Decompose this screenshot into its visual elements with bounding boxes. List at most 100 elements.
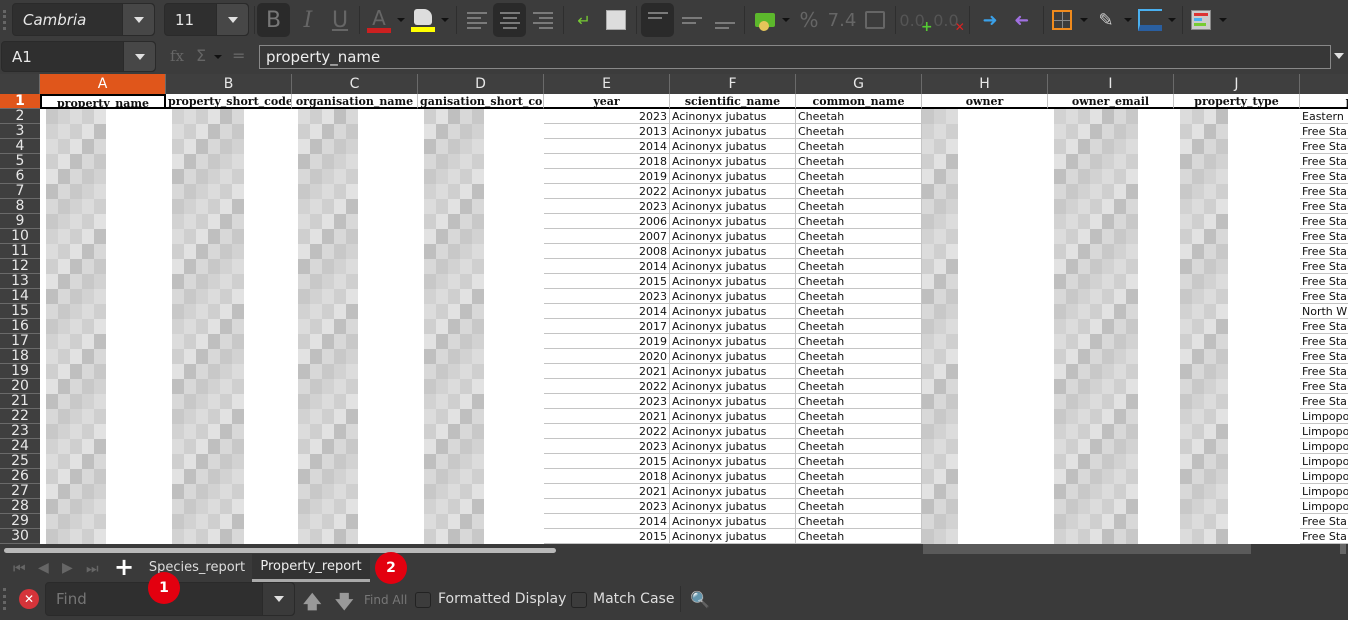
cell-common[interactable]: Cheetah <box>796 274 922 289</box>
cell-prov[interactable]: Free Sta <box>1300 184 1348 199</box>
border-style-dropdown[interactable] <box>1123 3 1133 37</box>
cell-prov[interactable]: Free Sta <box>1300 394 1348 409</box>
match-case-checkbox[interactable] <box>571 592 587 608</box>
cell-year[interactable]: 2023 <box>544 439 670 454</box>
cell-sci[interactable]: Acinonyx jubatus <box>670 454 796 469</box>
row-header[interactable]: 8 <box>0 199 40 214</box>
row-header[interactable]: 22 <box>0 409 40 424</box>
column-header-b[interactable]: B <box>166 74 292 94</box>
cell-sci[interactable]: Acinonyx jubatus <box>670 214 796 229</box>
header-cell-province[interactable]: p <box>1300 94 1348 109</box>
cell-prov[interactable]: Free Sta <box>1300 154 1348 169</box>
cell-sci[interactable]: Acinonyx jubatus <box>670 304 796 319</box>
cell-sci[interactable]: Acinonyx jubatus <box>670 289 796 304</box>
cell-common[interactable]: Cheetah <box>796 514 922 529</box>
column-header-i[interactable]: I <box>1048 74 1174 94</box>
cell-prov[interactable]: Free Sta <box>1300 244 1348 259</box>
column-header-k[interactable] <box>1300 74 1348 94</box>
row-header-1[interactable]: 1 <box>0 94 40 109</box>
cell-year[interactable]: 2022 <box>544 379 670 394</box>
findbar-grip[interactable] <box>3 588 6 610</box>
cell-common[interactable]: Cheetah <box>796 424 922 439</box>
name-box-value[interactable]: A1 <box>2 48 123 66</box>
column-header-a[interactable]: A <box>40 74 166 94</box>
cell-prov[interactable]: Free Sta <box>1300 364 1348 379</box>
cell-sci[interactable]: Acinonyx jubatus <box>670 319 796 334</box>
font-size-dropdown[interactable] <box>216 4 248 35</box>
cell-year[interactable]: 2019 <box>544 334 670 349</box>
column-header-d[interactable]: D <box>418 74 544 94</box>
cell-common[interactable]: Cheetah <box>796 379 922 394</box>
font-color-dropdown[interactable] <box>396 3 406 37</box>
row-header[interactable]: 13 <box>0 274 40 289</box>
cell-prov[interactable]: Limpopo <box>1300 484 1348 499</box>
cell-sci[interactable]: Acinonyx jubatus <box>670 244 796 259</box>
cell-year[interactable]: 2021 <box>544 364 670 379</box>
row-header[interactable]: 17 <box>0 334 40 349</box>
cell-common[interactable]: Cheetah <box>796 229 922 244</box>
formatted-display-checkbox[interactable] <box>415 592 431 608</box>
cell-sci[interactable]: Acinonyx jubatus <box>670 184 796 199</box>
cell-year[interactable]: 2022 <box>544 184 670 199</box>
align-left-button[interactable] <box>462 3 492 37</box>
cell-prov[interactable]: Free Sta <box>1300 199 1348 214</box>
cell-sci[interactable]: Acinonyx jubatus <box>670 169 796 184</box>
borders-button[interactable] <box>1049 3 1075 37</box>
toolbar-grip[interactable] <box>3 10 6 30</box>
date-format-button[interactable] <box>862 3 888 37</box>
align-middle-button[interactable] <box>677 3 707 37</box>
name-box-dropdown[interactable] <box>123 42 155 71</box>
row-header[interactable]: 11 <box>0 244 40 259</box>
formula-equals-icon[interactable]: = <box>232 46 245 65</box>
cell-common[interactable]: Cheetah <box>796 334 922 349</box>
cell-year[interactable]: 2013 <box>544 124 670 139</box>
cell-common[interactable]: Cheetah <box>796 169 922 184</box>
cell-year[interactable]: 2023 <box>544 199 670 214</box>
header-cell-year[interactable]: year <box>544 94 670 109</box>
font-name-combo[interactable]: Cambria <box>12 3 155 36</box>
add-decimal-button[interactable]: 0.0 + <box>899 3 932 37</box>
row-header[interactable]: 21 <box>0 394 40 409</box>
cell-year[interactable]: 2023 <box>544 289 670 304</box>
prev-sheet-icon[interactable]: ◀ <box>38 560 49 576</box>
cell-common[interactable]: Cheetah <box>796 349 922 364</box>
highlight-color-button[interactable] <box>409 3 437 37</box>
cell-prov[interactable]: North W <box>1300 304 1348 319</box>
conditional-format-button[interactable] <box>1189 3 1213 37</box>
font-size-combo[interactable]: 11 <box>164 3 249 36</box>
cell-prov[interactable]: Free Sta <box>1300 349 1348 364</box>
cell-common[interactable]: Cheetah <box>796 214 922 229</box>
cell-common[interactable]: Cheetah <box>796 454 922 469</box>
row-header[interactable]: 15 <box>0 304 40 319</box>
row-header[interactable]: 5 <box>0 154 40 169</box>
row-header[interactable]: 30 <box>0 529 40 544</box>
first-sheet-icon[interactable]: ⏮ <box>13 561 26 577</box>
cell-year[interactable]: 2014 <box>544 304 670 319</box>
cell-year[interactable]: 2015 <box>544 454 670 469</box>
cell-prov[interactable]: Free Sta <box>1300 514 1348 529</box>
cell-year[interactable]: 2023 <box>544 394 670 409</box>
cell-year[interactable]: 2008 <box>544 244 670 259</box>
row-header[interactable]: 12 <box>0 259 40 274</box>
find-dropdown[interactable] <box>262 583 294 615</box>
cell-sci[interactable]: Acinonyx jubatus <box>670 199 796 214</box>
vertical-scrollbar-handle[interactable] <box>1340 544 1346 554</box>
cell-sci[interactable]: Acinonyx jubatus <box>670 139 796 154</box>
expand-formula-icon[interactable] <box>1334 53 1344 59</box>
conditional-format-dropdown[interactable] <box>1218 3 1228 37</box>
header-cell-scientific-name[interactable]: scientific_name <box>670 94 796 109</box>
tab-property-report[interactable]: Property_report <box>252 554 370 582</box>
cell-sci[interactable]: Acinonyx jubatus <box>670 334 796 349</box>
header-cell-owner[interactable]: owner <box>922 94 1048 109</box>
borders-dropdown[interactable] <box>1079 3 1089 37</box>
cell-common[interactable]: Cheetah <box>796 184 922 199</box>
cell-sci[interactable]: Acinonyx jubatus <box>670 484 796 499</box>
cell-prov[interactable]: Limpopo <box>1300 424 1348 439</box>
align-right-button[interactable] <box>528 3 558 37</box>
cell-common[interactable]: Cheetah <box>796 499 922 514</box>
align-bottom-button[interactable] <box>710 3 740 37</box>
cell-year[interactable]: 2020 <box>544 349 670 364</box>
sum-icon[interactable]: Σ <box>196 46 206 65</box>
column-header-h[interactable]: H <box>922 74 1048 94</box>
merge-cells-button[interactable] <box>603 3 629 37</box>
